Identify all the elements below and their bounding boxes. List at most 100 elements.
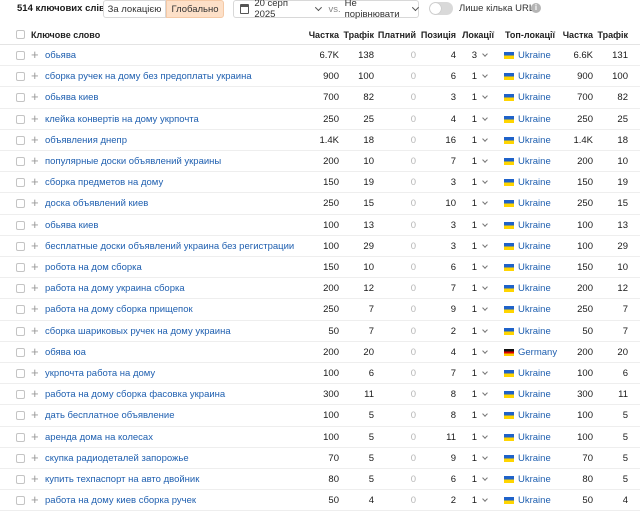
locations-value[interactable]: 1 [472, 156, 477, 167]
keyword-link[interactable]: обьява киев [45, 92, 98, 103]
add-icon[interactable]: + [31, 218, 39, 231]
locations-value[interactable]: 1 [472, 453, 477, 464]
country-link[interactable]: Ukraine [518, 50, 551, 61]
locations-value[interactable]: 1 [472, 198, 477, 209]
country-link[interactable]: Ukraine [518, 198, 551, 209]
locations-value[interactable]: 1 [472, 135, 477, 146]
country-link[interactable]: Ukraine [518, 474, 551, 485]
row-checkbox[interactable] [16, 453, 25, 463]
by-location-button[interactable]: За локацією [103, 0, 166, 18]
row-checkbox[interactable] [16, 72, 25, 82]
keyword-link[interactable]: обява юа [45, 347, 86, 358]
chevron-down-icon[interactable] [482, 305, 488, 312]
add-icon[interactable]: + [31, 112, 39, 125]
keyword-link[interactable]: сборка шариковых ручек на дому украина [45, 326, 231, 337]
chevron-down-icon[interactable] [482, 411, 488, 418]
locations-value[interactable]: 1 [472, 495, 477, 506]
compare-value[interactable]: Не порівнювати [345, 0, 409, 20]
country-link[interactable]: Ukraine [518, 177, 551, 188]
country-link[interactable]: Ukraine [518, 135, 551, 146]
row-checkbox[interactable] [16, 305, 25, 315]
row-checkbox[interactable] [16, 347, 25, 357]
country-link[interactable]: Ukraine [518, 114, 551, 125]
chevron-down-icon[interactable] [482, 390, 488, 397]
add-icon[interactable]: + [31, 133, 39, 146]
locations-value[interactable]: 1 [472, 410, 477, 421]
row-checkbox[interactable] [16, 157, 25, 166]
locations-value[interactable]: 1 [472, 92, 477, 103]
add-icon[interactable]: + [31, 48, 39, 61]
chevron-down-icon[interactable] [482, 284, 488, 291]
row-checkbox[interactable] [16, 178, 25, 188]
col-volume[interactable]: Частка [309, 30, 339, 40]
row-checkbox[interactable] [16, 135, 25, 145]
country-link[interactable]: Ukraine [518, 326, 551, 337]
locations-value[interactable]: 1 [472, 304, 477, 315]
locations-value[interactable]: 1 [472, 432, 477, 443]
add-icon[interactable]: + [31, 324, 39, 337]
locations-value[interactable]: 1 [472, 474, 477, 485]
row-checkbox[interactable] [16, 241, 25, 251]
keyword-link[interactable]: объявления днепр [45, 135, 127, 146]
add-icon[interactable]: + [31, 493, 39, 506]
locations-value[interactable]: 1 [472, 368, 477, 379]
col-locations[interactable]: Локації [462, 30, 494, 40]
locations-value[interactable]: 1 [472, 389, 477, 400]
col-top-location[interactable]: Топ-локації [505, 30, 555, 40]
keyword-link[interactable]: аренда дома на колесах [45, 432, 153, 443]
row-checkbox[interactable] [16, 199, 25, 209]
row-checkbox[interactable] [16, 114, 25, 124]
keyword-link[interactable]: обьява киев [45, 220, 98, 231]
add-icon[interactable]: + [31, 366, 39, 379]
row-checkbox[interactable] [16, 51, 25, 60]
locations-value[interactable]: 1 [472, 283, 477, 294]
keyword-link[interactable]: укрпочта работа на дому [45, 368, 155, 379]
add-icon[interactable]: + [31, 69, 39, 82]
keyword-link[interactable]: сборка ручек на дому без предоплаты укра… [45, 71, 252, 82]
keyword-link[interactable]: популярные доски объявлений украины [45, 156, 221, 167]
chevron-down-icon[interactable] [482, 347, 488, 354]
date-dropdown[interactable]: 20 серп 2025 vs. Не порівнювати [233, 0, 420, 20]
chevron-down-icon[interactable] [482, 369, 488, 375]
country-link[interactable]: Ukraine [518, 92, 551, 103]
country-link[interactable]: Ukraine [518, 262, 551, 273]
row-checkbox[interactable] [16, 263, 25, 272]
add-icon[interactable]: + [31, 302, 39, 315]
chevron-down-icon[interactable] [482, 51, 488, 57]
chevron-down-icon[interactable] [482, 263, 488, 269]
add-icon[interactable]: + [31, 430, 39, 443]
chevron-down-icon[interactable] [482, 475, 488, 481]
row-checkbox[interactable] [16, 369, 25, 378]
country-link[interactable]: Ukraine [518, 389, 551, 400]
keyword-link[interactable]: сборка предметов на дому [45, 177, 163, 188]
locations-value[interactable]: 1 [472, 262, 477, 273]
country-link[interactable]: Ukraine [518, 453, 551, 464]
locations-value[interactable]: 1 [472, 71, 477, 82]
locations-value[interactable]: 1 [472, 241, 477, 252]
row-checkbox[interactable] [16, 93, 25, 103]
add-icon[interactable]: + [31, 387, 39, 400]
add-icon[interactable]: + [31, 175, 39, 188]
locations-value[interactable]: 1 [472, 114, 477, 125]
locations-value[interactable]: 1 [472, 326, 477, 337]
row-checkbox[interactable] [16, 220, 25, 230]
keyword-link[interactable]: работа на дому сборка прищепок [45, 304, 193, 315]
keyword-link[interactable]: бесплатные доски объявлений украина без … [45, 241, 294, 252]
add-icon[interactable]: + [31, 472, 39, 485]
row-checkbox[interactable] [16, 432, 25, 442]
locations-value[interactable]: 1 [472, 347, 477, 358]
col-traffic-2[interactable]: Трафік [597, 30, 628, 40]
keyword-link[interactable]: купить техпаспорт на авто двойник [45, 474, 199, 485]
country-link[interactable]: Ukraine [518, 432, 551, 443]
locations-value[interactable]: 1 [472, 177, 477, 188]
chevron-down-icon[interactable] [482, 241, 488, 248]
country-link[interactable]: Ukraine [518, 241, 551, 252]
add-icon[interactable]: + [31, 90, 39, 103]
info-icon[interactable]: i [531, 3, 541, 13]
col-paid[interactable]: Платний [378, 30, 416, 40]
col-position[interactable]: Позиція [421, 30, 456, 40]
chevron-down-icon[interactable] [482, 114, 488, 121]
add-icon[interactable]: + [31, 239, 39, 252]
country-link[interactable]: Ukraine [518, 495, 551, 506]
keyword-link[interactable]: доска объявлений киев [45, 198, 148, 209]
